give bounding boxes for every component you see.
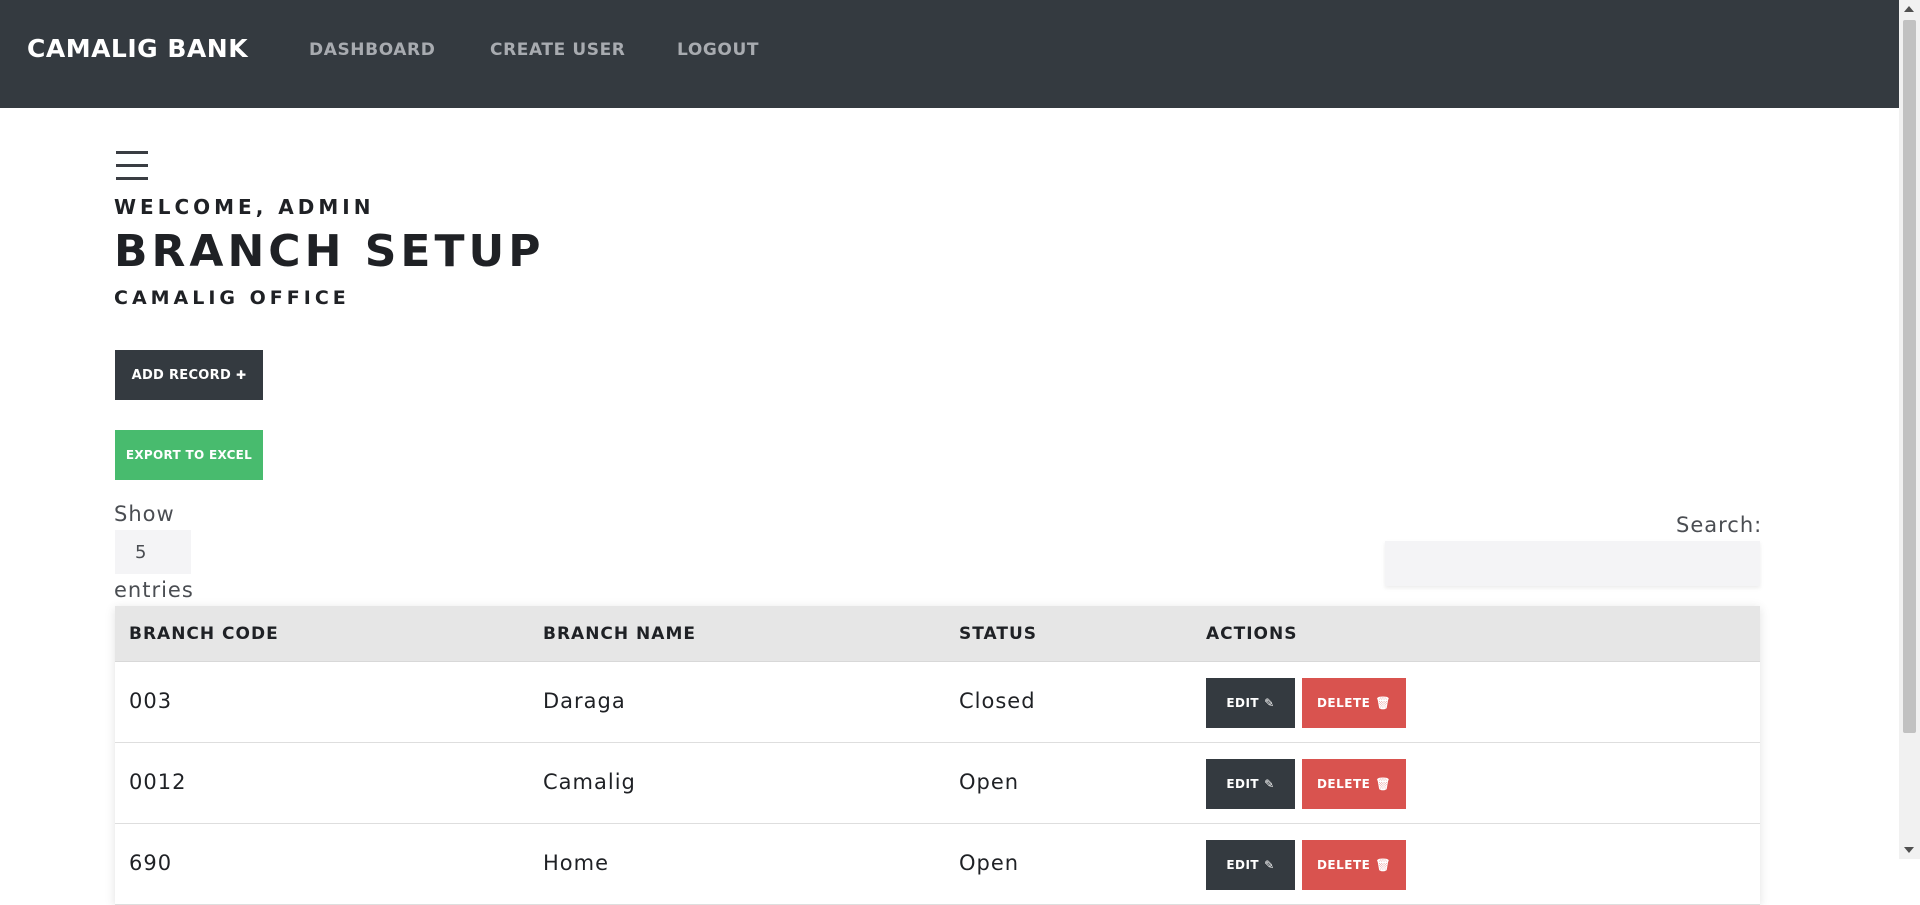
edit-label: EDIT (1226, 777, 1260, 791)
branch-name-cell: Camalig (543, 770, 636, 794)
scroll-down-icon[interactable] (1904, 847, 1914, 853)
branch-name-cell: Home (543, 851, 610, 875)
nav-logout[interactable]: LOGOUT (677, 40, 759, 60)
branch-code-cell: 690 (129, 851, 173, 875)
export-excel-label: EXPORT TO EXCEL (125, 448, 253, 462)
scroll-thumb[interactable] (1903, 20, 1916, 733)
branch-code-cell: 003 (129, 689, 173, 713)
hamburger-icon[interactable] (116, 151, 148, 181)
add-record-label: ADD RECORD (131, 367, 232, 383)
status-cell: Open (959, 851, 1020, 875)
scroll-up-icon[interactable] (1904, 6, 1914, 12)
trash-icon: 🗑 (1375, 777, 1392, 791)
nav-create-user[interactable]: CREATE USER (490, 40, 626, 60)
edit-button[interactable]: EDIT ✎ (1206, 678, 1295, 728)
branch-table: BRANCH CODE BRANCH NAME STATUS ACTIONS 0… (115, 606, 1760, 905)
entries-label: entries (114, 578, 194, 602)
status-cell: Open (959, 770, 1020, 794)
nav-dashboard[interactable]: DASHBOARD (309, 40, 435, 60)
add-record-button[interactable]: ADD RECORD ✚ (115, 350, 263, 400)
brand-logo[interactable]: CAMALIG BANK (27, 34, 248, 63)
column-header-branch-name[interactable]: BRANCH NAME (543, 624, 696, 644)
office-subtitle: CAMALIG OFFICE (114, 287, 350, 309)
table-row: 690 Home Open EDIT ✎ DELETE 🗑 (115, 824, 1760, 905)
edit-icon: ✎ (1264, 858, 1275, 872)
delete-button[interactable]: DELETE 🗑 (1302, 759, 1406, 809)
column-header-branch-code[interactable]: BRANCH CODE (129, 624, 279, 644)
trash-icon: 🗑 (1375, 696, 1392, 710)
show-label: Show (114, 502, 175, 526)
branch-code-cell: 0012 (129, 770, 187, 794)
edit-button[interactable]: EDIT ✎ (1206, 759, 1295, 809)
column-header-actions: ACTIONS (1206, 624, 1298, 644)
edit-label: EDIT (1226, 696, 1260, 710)
table-row: 0012 Camalig Open EDIT ✎ DELETE 🗑 (115, 743, 1760, 824)
column-header-status[interactable]: STATUS (959, 624, 1037, 644)
branch-name-cell: Daraga (543, 689, 626, 713)
edit-icon: ✎ (1264, 696, 1275, 710)
edit-button[interactable]: EDIT ✎ (1206, 840, 1295, 890)
trash-icon: 🗑 (1375, 858, 1392, 872)
delete-label: DELETE (1316, 858, 1371, 872)
export-excel-button[interactable]: EXPORT TO EXCEL (115, 430, 263, 480)
delete-button[interactable]: DELETE 🗑 (1302, 840, 1406, 890)
edit-label: EDIT (1226, 858, 1260, 872)
status-cell: Closed (959, 689, 1036, 713)
delete-button[interactable]: DELETE 🗑 (1302, 678, 1406, 728)
delete-label: DELETE (1316, 777, 1371, 791)
welcome-text: WELCOME, ADMIN (114, 195, 375, 219)
table-row: 003 Daraga Closed EDIT ✎ DELETE 🗑 (115, 662, 1760, 743)
page-title: BRANCH SETUP (114, 226, 545, 277)
plus-icon: ✚ (236, 368, 247, 382)
edit-icon: ✎ (1264, 777, 1275, 791)
search-label: Search: (1676, 513, 1763, 537)
table-header: BRANCH CODE BRANCH NAME STATUS ACTIONS (115, 606, 1760, 662)
search-input[interactable] (1385, 541, 1760, 586)
delete-label: DELETE (1316, 696, 1371, 710)
page-scrollbar[interactable] (1899, 0, 1920, 859)
page-length-select[interactable]: 5 (115, 530, 191, 574)
top-navbar: CAMALIG BANK DASHBOARD CREATE USER LOGOU… (0, 0, 1899, 108)
